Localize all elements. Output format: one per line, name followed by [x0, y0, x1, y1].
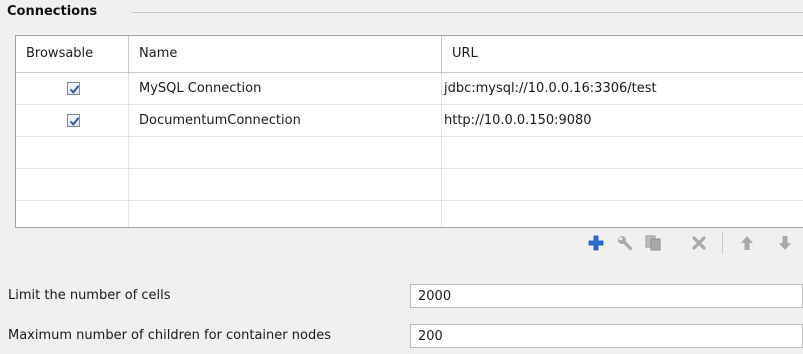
table-row[interactable]: MySQL Connection jdbc:mysql://10.0.0.16:… [16, 73, 803, 105]
column-header-url[interactable]: URL [442, 36, 803, 72]
add-icon[interactable] [586, 233, 606, 253]
connections-group-header: Connections [0, 0, 803, 24]
max-children-label: Maximum number of children for container… [8, 328, 331, 343]
browsable-checkbox[interactable] [67, 114, 80, 127]
column-header-browsable[interactable]: Browsable [16, 36, 129, 72]
toolbar-separator [722, 232, 723, 254]
empty-cell [129, 137, 442, 168]
limit-cells-input[interactable] [410, 284, 803, 308]
connection-url-cell: jdbc:mysql://10.0.0.16:3306/test [444, 81, 657, 96]
empty-cell [129, 201, 442, 227]
table-row-empty [16, 201, 803, 227]
browsable-checkbox[interactable] [67, 82, 80, 95]
empty-cell [16, 169, 129, 200]
wrench-icon[interactable] [615, 233, 635, 253]
connections-table: Browsable Name URL MySQL Connection jdbc… [15, 35, 803, 228]
connection-name-cell: MySQL Connection [129, 73, 442, 104]
table-header: Browsable Name URL [16, 36, 803, 73]
check-icon [69, 117, 80, 126]
connection-name-cell: DocumentumConnection [129, 105, 442, 136]
empty-cell [16, 201, 129, 227]
move-up-icon[interactable] [737, 233, 757, 253]
check-icon [69, 85, 80, 94]
table-row-empty [16, 169, 803, 201]
group-title: Connections [7, 4, 104, 20]
connection-url-cell: http://10.0.0.150:9080 [444, 113, 592, 128]
browsable-cell [16, 105, 129, 136]
table-row[interactable]: DocumentumConnection http://10.0.0.150:9… [16, 105, 803, 137]
move-down-icon[interactable] [775, 233, 795, 253]
empty-cell [129, 169, 442, 200]
table-row-empty [16, 137, 803, 169]
delete-icon[interactable] [689, 233, 709, 253]
group-divider [132, 12, 803, 13]
limit-cells-label: Limit the number of cells [8, 288, 171, 303]
column-header-name[interactable]: Name [129, 36, 442, 72]
empty-cell [16, 137, 129, 168]
max-children-input[interactable] [410, 324, 803, 348]
copy-icon[interactable] [643, 233, 663, 253]
browsable-cell [16, 73, 129, 104]
